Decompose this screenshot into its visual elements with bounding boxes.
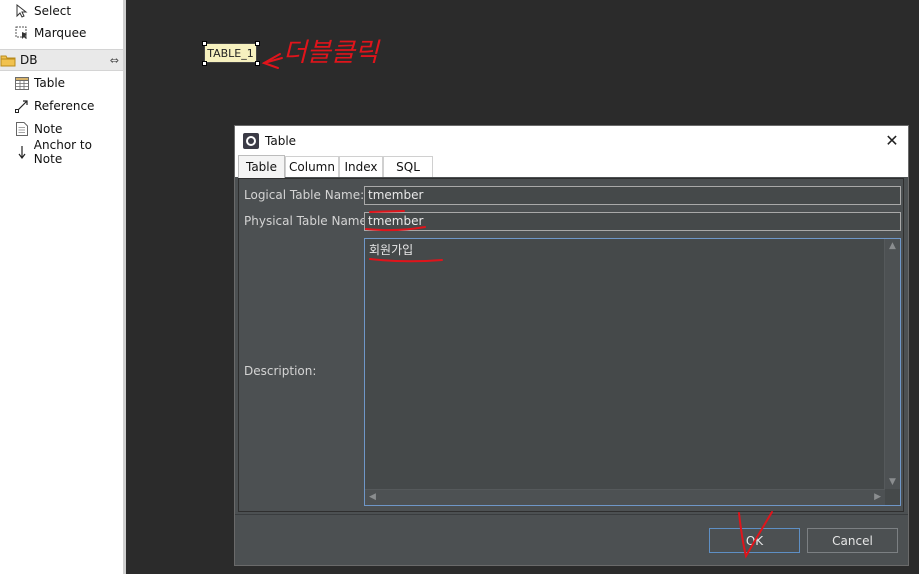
cursor-icon (14, 3, 30, 19)
palette-drawer-label: DB (20, 53, 38, 67)
physical-name-label: Physical Table Name: (244, 214, 371, 228)
logical-name-label: Logical Table Name: (244, 188, 365, 202)
horizontal-scrollbar[interactable]: ◀ ▶ (365, 489, 885, 505)
description-text: 회원가입 (369, 243, 414, 257)
eclipse-icon (243, 132, 259, 149)
logical-name-input[interactable]: tmember (364, 186, 901, 205)
palette-item-label: Reference (34, 99, 95, 113)
palette-item-label: Table (34, 76, 66, 90)
scroll-up-icon[interactable]: ▲ (889, 241, 896, 251)
tab-bar: Table Column Index SQL (235, 155, 908, 178)
cancel-button[interactable]: Cancel (807, 528, 898, 553)
footer-divider (235, 514, 908, 515)
reference-icon (14, 98, 30, 114)
description-textarea[interactable]: 회원가입 ▲ ▼ ◀ ▶ (364, 238, 901, 506)
folder-icon (0, 52, 16, 68)
palette-item-label: Anchor to Note (33, 138, 92, 166)
dialog-titlebar[interactable]: Table ✕ (235, 126, 908, 155)
close-icon[interactable]: ✕ (882, 130, 902, 150)
palette-item-reference[interactable]: Reference (0, 95, 123, 117)
selection-handle[interactable] (255, 41, 260, 46)
tab-label: Index (344, 160, 378, 174)
tab-sql[interactable]: SQL (383, 156, 433, 177)
table-node[interactable]: TABLE_1 (204, 43, 257, 63)
scroll-left-icon[interactable]: ◀ (369, 492, 376, 502)
scroll-down-icon[interactable]: ▼ (889, 477, 896, 487)
physical-name-input[interactable]: tmember (364, 212, 901, 231)
table-dialog: Table ✕ Table Column Index SQL Logical T… (234, 125, 909, 566)
dialog-title: Table (265, 133, 297, 148)
note-icon (14, 121, 30, 137)
scroll-right-icon[interactable]: ▶ (874, 492, 881, 502)
vertical-scrollbar[interactable]: ▲ ▼ (884, 239, 900, 489)
selection-handle[interactable] (202, 61, 207, 66)
palette-item-label: Marquee (34, 26, 87, 40)
selection-handle[interactable] (202, 41, 207, 46)
tab-label: Column (289, 160, 335, 174)
tab-label: Table (245, 160, 278, 174)
palette-item-table[interactable]: Table (0, 72, 123, 94)
tab-index[interactable]: Index (339, 156, 383, 177)
anchor-icon (14, 144, 30, 160)
palette: Select Marquee DB ⇔ Table Reference Note (0, 0, 123, 574)
description-label: Description: (244, 364, 317, 378)
selection-handle[interactable] (255, 61, 260, 66)
palette-drawer-db[interactable]: DB ⇔ (0, 49, 123, 71)
table-node-label: TABLE_1 (207, 46, 254, 60)
palette-item-anchor-to-note[interactable]: Anchor to Note (0, 138, 123, 166)
palette-item-note[interactable]: Note (0, 118, 123, 140)
palette-item-label: Note (34, 122, 63, 136)
palette-item-marquee[interactable]: Marquee (0, 22, 123, 44)
marquee-icon (14, 25, 30, 41)
palette-item-select[interactable]: Select (0, 0, 123, 22)
ok-button[interactable]: OK (709, 528, 800, 553)
palette-item-label: Select (34, 4, 72, 18)
tab-table[interactable]: Table (238, 155, 285, 178)
tab-column[interactable]: Column (285, 156, 339, 177)
tab-label: SQL (396, 160, 420, 174)
collapse-arrows-icon[interactable]: ⇔ (110, 54, 119, 67)
table-icon (14, 75, 30, 91)
table-tab-panel: Logical Table Name: tmember Physical Tab… (238, 178, 904, 512)
